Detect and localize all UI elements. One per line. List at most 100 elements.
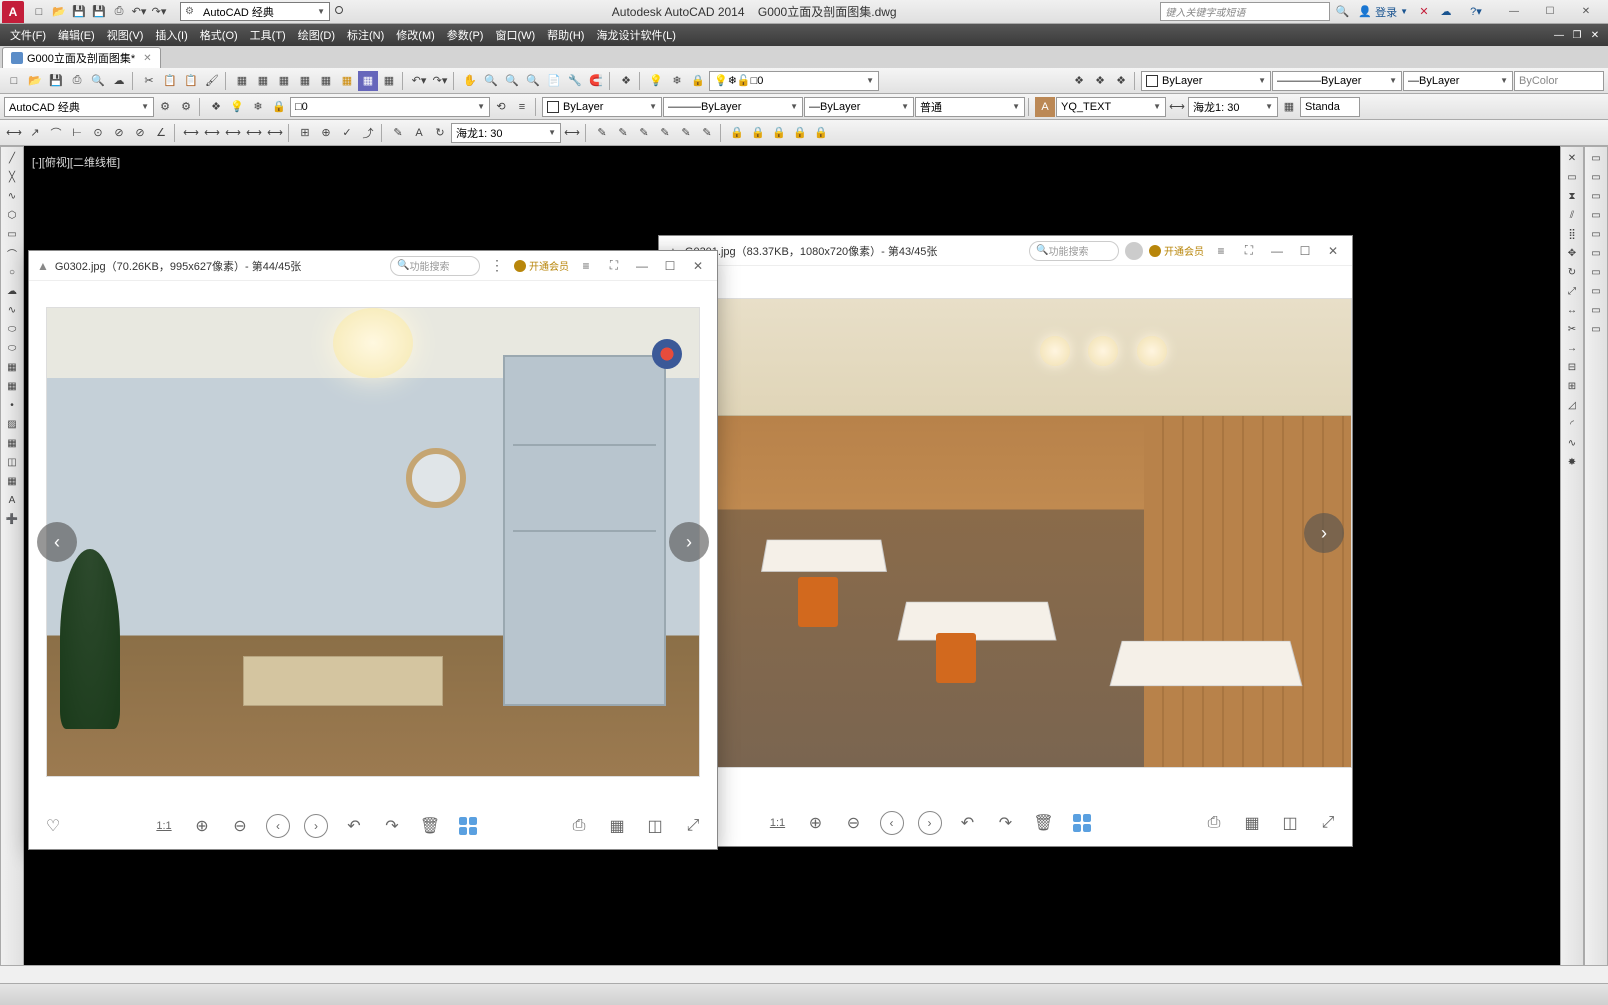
mirror-icon[interactable]: ⧗ bbox=[1563, 187, 1581, 205]
hatch-icon[interactable]: ▨ bbox=[3, 415, 21, 433]
bylayer-combo[interactable]: ByLayer ▼ bbox=[542, 97, 662, 117]
dim-scale-combo[interactable]: 海龙1: 30 ▼ bbox=[451, 123, 561, 143]
ex4-icon[interactable]: ▭ bbox=[1587, 206, 1605, 224]
zoom-out-icon[interactable]: ⊖ bbox=[842, 811, 866, 835]
ex2-icon[interactable]: ▭ bbox=[1587, 168, 1605, 186]
addselect-icon[interactable]: ➕ bbox=[3, 510, 21, 528]
block-icon[interactable]: ▦ bbox=[3, 377, 21, 395]
normal-combo[interactable]: 普通 ▼ bbox=[915, 97, 1025, 117]
dim-continue-icon[interactable]: ⟷ bbox=[223, 123, 243, 143]
preview-icon[interactable]: 🔍 bbox=[88, 71, 108, 91]
erase-icon[interactable]: ✕ bbox=[1563, 149, 1581, 167]
dim-radius-icon[interactable]: ⊙ bbox=[88, 123, 108, 143]
plotstyle-combo[interactable]: ByColor bbox=[1514, 71, 1604, 91]
copy-icon[interactable]: ▭ bbox=[1563, 168, 1581, 186]
polygon-icon[interactable]: ⬡ bbox=[3, 206, 21, 224]
array-icon[interactable]: ⣿ bbox=[1563, 225, 1581, 243]
tool-icon[interactable]: 🔧 bbox=[565, 71, 585, 91]
gear-icon[interactable]: ⚙ bbox=[155, 97, 175, 117]
table-icon[interactable]: ▦ bbox=[3, 472, 21, 490]
block3-icon[interactable]: ▦ bbox=[274, 71, 294, 91]
matchprop-icon[interactable]: 🖌 bbox=[202, 71, 222, 91]
block2-icon[interactable]: ▦ bbox=[253, 71, 273, 91]
plot-icon[interactable]: ⎙ bbox=[67, 71, 87, 91]
move-icon[interactable]: ✥ bbox=[1563, 244, 1581, 262]
cut-icon[interactable]: ✂ bbox=[139, 71, 159, 91]
join-icon[interactable]: ⊞ bbox=[1563, 377, 1581, 395]
rotate-left-icon[interactable]: ↶ bbox=[956, 811, 980, 835]
ellipse-arc-icon[interactable]: ⬭ bbox=[3, 339, 21, 357]
menu-help[interactable]: 帮助(H) bbox=[541, 24, 590, 46]
pan-icon[interactable]: ✋ bbox=[460, 71, 480, 91]
undo-icon[interactable]: ↶▾ bbox=[130, 3, 148, 21]
lock-icon[interactable]: 🔒 bbox=[688, 71, 708, 91]
magnet-icon[interactable]: 🧲 bbox=[586, 71, 606, 91]
rotate-left-icon[interactable]: ↶ bbox=[342, 814, 366, 838]
tab-close-icon[interactable]: ✕ bbox=[143, 53, 151, 64]
mod5-icon[interactable]: ✎ bbox=[676, 123, 696, 143]
print-icon[interactable]: ⎙ bbox=[567, 814, 591, 838]
save-icon[interactable]: 💾 bbox=[70, 3, 88, 21]
spline-icon[interactable]: ∿ bbox=[3, 301, 21, 319]
maximize-icon[interactable]: ☐ bbox=[1294, 244, 1316, 258]
mod6-icon[interactable]: ✎ bbox=[697, 123, 717, 143]
rotate-right-icon[interactable]: ↷ bbox=[380, 814, 404, 838]
more-icon[interactable]: ⋮ bbox=[486, 257, 508, 274]
login-button[interactable]: 👤 登录 ▼ bbox=[1358, 4, 1408, 20]
dimedit-icon[interactable]: ✎ bbox=[388, 123, 408, 143]
text-style-combo[interactable]: YQ_TEXT ▼ bbox=[1056, 97, 1166, 117]
freeze-icon[interactable]: ❄ bbox=[248, 97, 268, 117]
mod-icon[interactable]: ✎ bbox=[592, 123, 612, 143]
thumbnail-grid-icon[interactable] bbox=[1070, 811, 1094, 835]
freeze-icon[interactable]: ❄ bbox=[667, 71, 687, 91]
redo-icon[interactable]: ↷▾ bbox=[430, 71, 450, 91]
xline-icon[interactable]: ╳ bbox=[3, 168, 21, 186]
menu-plugin[interactable]: 海龙设计软件(L) bbox=[590, 24, 681, 46]
block-icon[interactable]: ▦ bbox=[232, 71, 252, 91]
doc-restore-icon[interactable]: ❐ bbox=[1568, 30, 1586, 41]
dim-style-picker-icon[interactable]: ⟷ bbox=[562, 123, 582, 143]
block5-icon[interactable]: ▦ bbox=[316, 71, 336, 91]
pline-icon[interactable]: ∿ bbox=[3, 187, 21, 205]
menu-format[interactable]: 格式(O) bbox=[194, 24, 244, 46]
minimize-icon[interactable]: — bbox=[631, 259, 653, 273]
publish-icon[interactable]: ☁ bbox=[109, 71, 129, 91]
lock-icon[interactable]: 🔒 bbox=[269, 97, 289, 117]
new-icon[interactable]: □ bbox=[30, 3, 48, 21]
layer-combo2[interactable]: □ 0 ▼ bbox=[290, 97, 490, 117]
linetype-combo[interactable]: ———— ByLayer ▼ bbox=[1272, 71, 1402, 91]
zoomwin-icon[interactable]: 🔍 bbox=[502, 71, 522, 91]
next-image-button[interactable]: › bbox=[669, 522, 709, 562]
tolerance-icon[interactable]: ⊞ bbox=[295, 123, 315, 143]
ex6-icon[interactable]: ▭ bbox=[1587, 244, 1605, 262]
menu-edit[interactable]: 编辑(E) bbox=[52, 24, 101, 46]
mod4-icon[interactable]: ✎ bbox=[655, 123, 675, 143]
edit-icon[interactable]: ▦ bbox=[605, 814, 629, 838]
viewer1-search[interactable]: 🔍 功能搜索 bbox=[390, 256, 480, 276]
prev-button[interactable]: ‹ bbox=[880, 811, 904, 835]
trim-icon[interactable]: ✂ bbox=[1563, 320, 1581, 338]
lock2-icon[interactable]: 🔒 bbox=[748, 123, 768, 143]
revcloud-icon[interactable]: ☁ bbox=[3, 282, 21, 300]
dimtedit-icon[interactable]: A bbox=[409, 123, 429, 143]
insert-icon[interactable]: ▦ bbox=[3, 358, 21, 376]
minimize-icon[interactable]: — bbox=[1266, 244, 1288, 258]
copy-icon[interactable]: 📋 bbox=[160, 71, 180, 91]
print-icon[interactable]: ⎙ bbox=[1202, 811, 1226, 835]
rotate-right-icon[interactable]: ↷ bbox=[994, 811, 1018, 835]
menu-icon[interactable]: ≡ bbox=[1210, 244, 1232, 258]
next-button[interactable]: › bbox=[304, 814, 328, 838]
lineweight-combo[interactable]: — ByLayer ▼ bbox=[1403, 71, 1513, 91]
actual-size-button[interactable]: 1:1 bbox=[152, 814, 176, 838]
laymatch-icon[interactable]: ≡ bbox=[512, 97, 532, 117]
paste-icon[interactable]: 📋 bbox=[181, 71, 201, 91]
prev-image-button[interactable]: ‹ bbox=[37, 522, 77, 562]
rect-icon[interactable]: ▭ bbox=[3, 225, 21, 243]
menu-insert[interactable]: 插入(I) bbox=[149, 24, 193, 46]
lock4-icon[interactable]: 🔒 bbox=[790, 123, 810, 143]
offset-icon[interactable]: ⫽ bbox=[1563, 206, 1581, 224]
workspace-switch-icon[interactable]: ⭘ bbox=[330, 3, 348, 21]
dim-baseline-icon[interactable]: ⟷ bbox=[202, 123, 222, 143]
minimize-button[interactable]: — bbox=[1496, 3, 1532, 21]
ex3-icon[interactable]: ▭ bbox=[1587, 187, 1605, 205]
